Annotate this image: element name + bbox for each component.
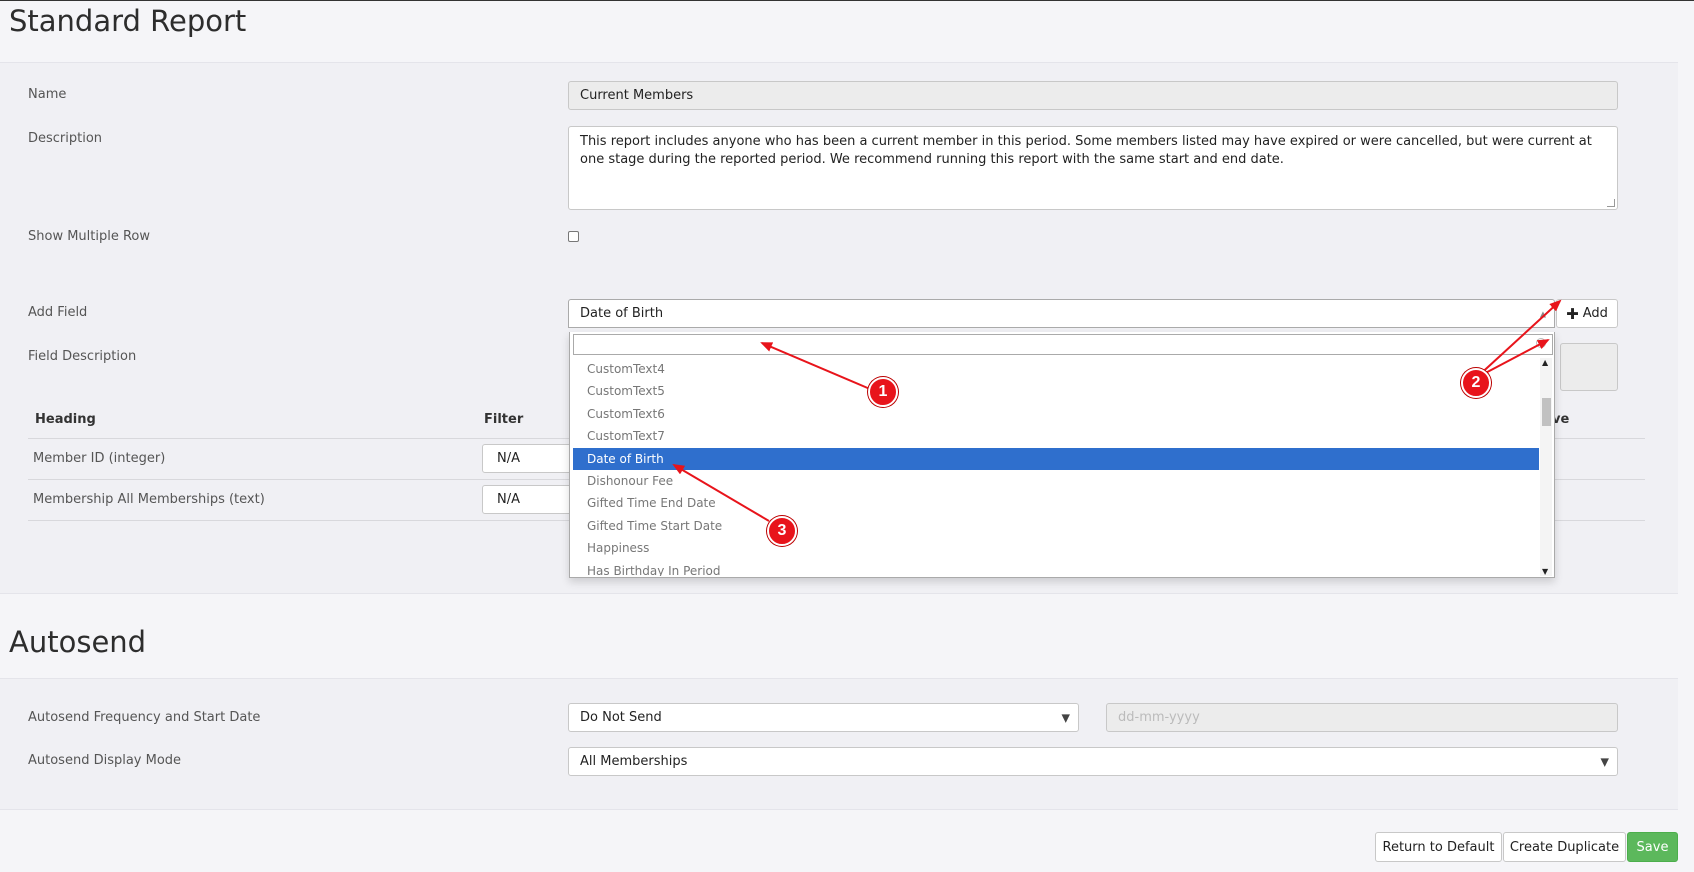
add-button-label: Add — [1582, 306, 1608, 321]
table-row-filter-input[interactable]: N/A — [482, 485, 572, 514]
description-label: Description — [28, 131, 103, 146]
search-icon — [1536, 338, 1546, 348]
dropdown-item[interactable]: CustomText5 — [573, 380, 1539, 402]
show-multiple-row-label: Show Multiple Row — [28, 229, 151, 244]
add-field-button[interactable]: ✚ Add — [1556, 299, 1618, 328]
dropdown-item[interactable]: Has Birthday In Period — [573, 560, 1539, 576]
caret-up-icon: ▲ — [1539, 309, 1546, 318]
add-field-value: Date of Birth — [580, 306, 664, 321]
autosend-display-mode-select[interactable]: All Memberships ▼ — [568, 747, 1618, 776]
add-field-label: Add Field — [28, 305, 88, 320]
description-text: This report includes anyone who has been… — [580, 134, 1592, 167]
dropdown-item-selected[interactable]: Date of Birth — [573, 447, 1539, 470]
scroll-down-icon[interactable]: ▼ — [1542, 567, 1548, 576]
autosend-title: Autosend — [9, 625, 147, 659]
autosend-panel — [0, 678, 1678, 810]
dropdown-item[interactable]: CustomText4 — [573, 358, 1539, 380]
scrollbar-thumb[interactable] — [1542, 398, 1551, 426]
dropdown-item[interactable]: Gifted Time End Date — [573, 492, 1539, 514]
top-border — [0, 0, 1694, 1]
autosend-frequency-label: Autosend Frequency and Start Date — [28, 710, 261, 725]
name-label: Name — [28, 87, 67, 102]
page-title: Standard Report — [9, 4, 247, 38]
chevron-down-icon: ▼ — [1600, 755, 1609, 768]
field-description-input[interactable] — [1560, 343, 1618, 391]
annotation-badge-3: 3 — [767, 516, 797, 546]
annotation-badge-1: 1 — [868, 377, 898, 407]
add-field-select[interactable]: Date of Birth ▲ — [568, 299, 1555, 328]
dropdown-item[interactable]: Dishonour Fee — [573, 470, 1539, 492]
save-button[interactable]: Save — [1627, 832, 1678, 862]
dropdown-item[interactable]: CustomText6 — [573, 403, 1539, 425]
annotation-badge-2: 2 — [1461, 368, 1491, 398]
table-header-filter: Filter — [484, 412, 524, 427]
autosend-frequency-select[interactable]: Do Not Send ▼ — [568, 703, 1079, 732]
resize-grip-icon[interactable] — [1607, 199, 1615, 207]
description-textarea[interactable]: This report includes anyone who has been… — [568, 126, 1618, 210]
autosend-display-mode-value: All Memberships — [580, 754, 688, 769]
autosend-frequency-value: Do Not Send — [580, 710, 662, 725]
name-input[interactable]: Current Members — [568, 81, 1618, 110]
table-row-heading: Membership All Memberships (text) — [33, 492, 265, 507]
dropdown-list[interactable]: CustomText4 CustomText5 CustomText6 Cust… — [573, 358, 1539, 576]
autosend-start-date-input[interactable]: dd-mm-yyyy — [1106, 703, 1618, 732]
return-to-default-button[interactable]: Return to Default — [1375, 832, 1502, 862]
chevron-down-icon: ▼ — [1061, 711, 1070, 724]
table-header-heading: Heading — [35, 412, 96, 427]
autosend-display-mode-label: Autosend Display Mode — [28, 753, 182, 768]
scroll-up-icon[interactable]: ▲ — [1542, 358, 1548, 367]
plus-icon: ✚ — [1566, 304, 1579, 323]
table-row-heading: Member ID (integer) — [33, 451, 166, 466]
table-row-filter-input[interactable]: N/A — [482, 444, 572, 473]
show-multiple-row-checkbox[interactable] — [568, 231, 579, 242]
dropdown-item[interactable]: Happiness — [573, 537, 1539, 559]
dropdown-item[interactable]: CustomText7 — [573, 425, 1539, 447]
add-field-dropdown[interactable]: CustomText4 CustomText5 CustomText6 Cust… — [569, 332, 1555, 578]
field-description-label: Field Description — [28, 349, 137, 364]
create-duplicate-button[interactable]: Create Duplicate — [1503, 832, 1626, 862]
dropdown-item[interactable]: Gifted Time Start Date — [573, 515, 1539, 537]
dropdown-scrollbar[interactable]: ▲ ▼ — [1540, 358, 1552, 576]
dropdown-search-input[interactable] — [573, 334, 1553, 355]
